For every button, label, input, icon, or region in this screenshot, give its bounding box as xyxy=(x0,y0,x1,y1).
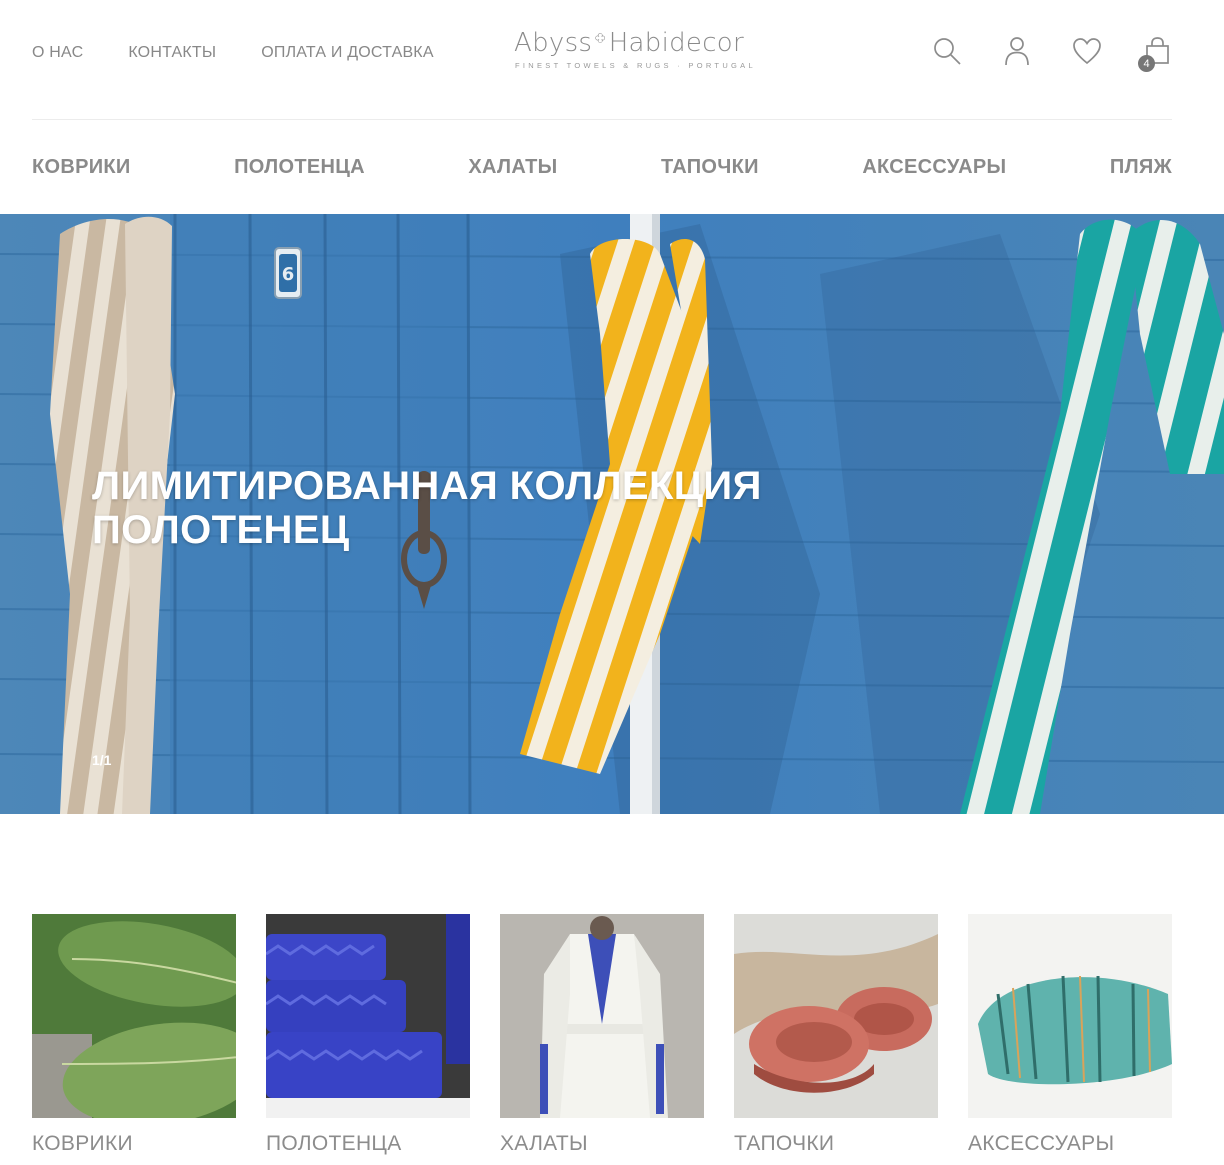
logo-word-left: Abyss xyxy=(514,28,593,58)
category-nav: КОВРИКИ ПОЛОТЕНЦА ХАЛАТЫ ТАПОЧКИ АКСЕССУ… xyxy=(32,120,1172,214)
tile-label-accessories: АКСЕССУАРЫ xyxy=(968,1132,1115,1155)
top-links: О НАС КОНТАКТЫ ОПЛАТА И ДОСТАВКА xyxy=(32,44,434,62)
nav-item-robes[interactable]: ХАЛАТЫ xyxy=(468,156,557,179)
site-header: О НАС КОНТАКТЫ ОПЛАТА И ДОСТАВКА Abyss H… xyxy=(32,0,1172,120)
top-link-contacts[interactable]: КОНТАКТЫ xyxy=(128,44,216,62)
search-icon xyxy=(934,38,961,65)
nav-item-beach[interactable]: ПЛЯЖ xyxy=(1110,156,1172,179)
hero-title-line2: ПОЛОТЕНЕЦ xyxy=(92,508,350,552)
tile-slippers[interactable]: ТАПОЧКИ xyxy=(734,914,938,1156)
tile-image-towels xyxy=(266,914,470,1118)
tile-label-towels: ПОЛОТЕНЦА xyxy=(266,1132,402,1155)
logo-word-right: Habidecor xyxy=(608,28,744,58)
nav-item-towels[interactable]: ПОЛОТЕНЦА xyxy=(234,156,365,179)
nav-item-accessories[interactable]: АКСЕССУАРЫ xyxy=(862,156,1006,179)
header-icons: 4 xyxy=(932,34,1172,72)
category-tiles: КОВРИКИ ПОЛОТЕНЦА ХАЛАТЫ ТАПОЧКИ АКСЕССУ… xyxy=(32,914,1172,1156)
top-link-about[interactable]: О НАС xyxy=(32,44,83,62)
top-link-payment-delivery[interactable]: ОПЛАТА И ДОСТАВКА xyxy=(261,44,433,62)
tile-label-slippers: ТАПОЧКИ xyxy=(734,1132,835,1155)
hero-title-line1: ЛИМИТИРОВАННАЯ КОЛЛЕКЦИЯ xyxy=(92,464,762,508)
hero-slider[interactable]: 6 ЛИМИТИРОВАННАЯ КОЛЛЕКЦИЯ ПОЛОТЕНЕЦ 1/1 xyxy=(0,214,1224,814)
nav-item-rugs[interactable]: КОВРИКИ xyxy=(32,156,131,179)
nav-item-slippers[interactable]: ТАПОЧКИ xyxy=(661,156,759,179)
tile-image-robes xyxy=(500,914,704,1118)
user-icon xyxy=(1005,37,1029,66)
heart-icon xyxy=(1073,38,1101,65)
tile-accessories[interactable]: АКСЕССУАРЫ xyxy=(968,914,1172,1156)
hero-title: ЛИМИТИРОВАННАЯ КОЛЛЕКЦИЯ ПОЛОТЕНЕЦ xyxy=(92,464,762,552)
tile-image-slippers xyxy=(734,914,938,1118)
brand-logo[interactable]: Abyss Habidecor FINEST TOWELS & RUGS · P… xyxy=(514,28,756,88)
tile-towels[interactable]: ПОЛОТЕНЦА xyxy=(266,914,470,1156)
wishlist-button[interactable] xyxy=(1072,34,1102,68)
tile-image-rugs xyxy=(32,914,236,1118)
door-number: 6 xyxy=(282,264,295,285)
slide-counter: 1/1 xyxy=(92,752,112,768)
tile-label-rugs: КОВРИКИ xyxy=(32,1132,133,1155)
account-button[interactable] xyxy=(1002,34,1032,68)
tile-label-robes: ХАЛАТЫ xyxy=(500,1132,588,1155)
tile-rugs[interactable]: КОВРИКИ xyxy=(32,914,236,1156)
cart-button[interactable]: 4 xyxy=(1138,34,1172,72)
search-button[interactable] xyxy=(932,34,962,68)
tile-image-accessories xyxy=(968,914,1172,1118)
logo-flower-icon xyxy=(595,33,606,43)
logo-tagline: FINEST TOWELS & RUGS · PORTUGAL xyxy=(515,61,756,70)
cart-count-badge: 4 xyxy=(1138,55,1155,72)
tile-robes[interactable]: ХАЛАТЫ xyxy=(500,914,704,1156)
